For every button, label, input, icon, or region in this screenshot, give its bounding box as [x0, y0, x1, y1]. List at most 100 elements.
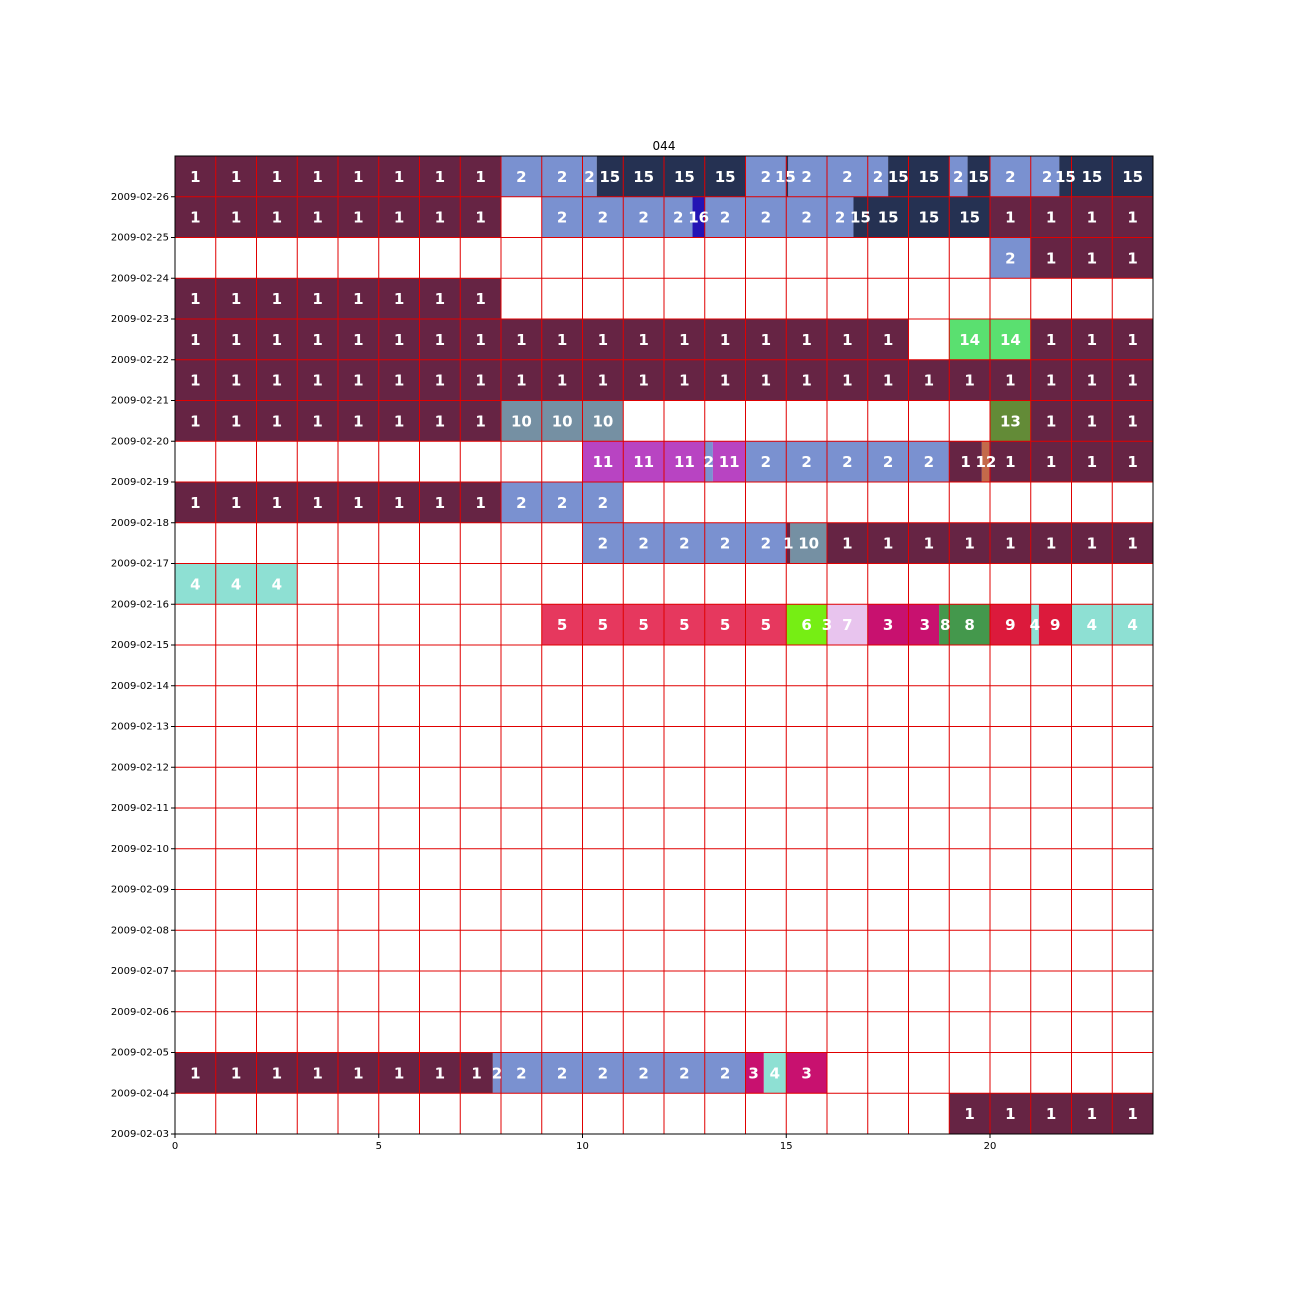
- cell-value-label: 4: [1087, 616, 1097, 634]
- cell-value-label: 15: [1055, 168, 1076, 186]
- cell-value-label: 15: [674, 168, 695, 186]
- cell-value-label: 1: [435, 209, 445, 227]
- cell-value-label: 10: [798, 535, 819, 553]
- cell-value-label: 2: [953, 168, 963, 186]
- cell-value-label: 1: [231, 372, 241, 390]
- cell-value-label: 1: [353, 412, 363, 430]
- cell-value-label: 2: [673, 209, 683, 227]
- cell-value-label: 1: [231, 209, 241, 227]
- y-tick-label: 2009-02-06: [111, 1007, 169, 1018]
- cell-value-label: 1: [964, 535, 974, 553]
- cell-value-label: 1: [312, 209, 322, 227]
- cell-value-label: 2: [638, 209, 648, 227]
- cell-value-label: 2: [557, 168, 567, 186]
- cell-value-label: 1: [353, 168, 363, 186]
- cell-value-label: 11: [674, 453, 695, 471]
- cell-value-label: 1: [516, 372, 526, 390]
- cell-value-label: 1: [231, 331, 241, 349]
- cell-value-label: 1: [394, 290, 404, 308]
- cell-value-label: 1: [883, 535, 893, 553]
- cell-value-label: 1: [1046, 1105, 1056, 1123]
- cell-value-label: 1: [924, 372, 934, 390]
- y-tick-label: 2009-02-15: [111, 640, 169, 651]
- cell-value-label: 1: [435, 1064, 445, 1082]
- cell-value-label: 1: [471, 1064, 481, 1082]
- y-tick-label: 2009-02-24: [111, 273, 169, 284]
- cell-value-label: 3: [883, 616, 893, 634]
- cell-value-label: 1: [1127, 209, 1137, 227]
- cell-value-label: 3: [748, 1064, 758, 1082]
- cell-value-label: 1: [598, 331, 608, 349]
- y-tick-label: 2009-02-04: [111, 1088, 169, 1099]
- cell-value-label: 1: [1087, 1105, 1097, 1123]
- y-tick-label: 2009-02-21: [111, 396, 169, 407]
- cell-value-label: 1: [638, 331, 648, 349]
- y-tick-label: 2009-02-13: [111, 722, 169, 733]
- cell-value-label: 1: [190, 290, 200, 308]
- y-tick-label: 2009-02-12: [111, 762, 169, 773]
- cell-value-label: 1: [435, 494, 445, 512]
- cell-value-label: 1: [312, 168, 322, 186]
- cell-value-label: 2: [924, 453, 934, 471]
- cell-value-label: 15: [775, 168, 796, 186]
- cell-value-label: 9: [1050, 616, 1060, 634]
- cell-value-label: 2: [801, 453, 811, 471]
- cell-value-label: 1: [1046, 535, 1056, 553]
- chart-title: 044: [653, 139, 676, 153]
- cell-value-label: 1: [353, 290, 363, 308]
- y-tick-label: 2009-02-17: [111, 559, 169, 570]
- cell-value-label: 2: [638, 535, 648, 553]
- cell-value-label: 11: [592, 453, 613, 471]
- cell-value-label: 4: [770, 1064, 780, 1082]
- cell-value-label: 15: [1081, 168, 1102, 186]
- cell-value-label: 1: [1087, 453, 1097, 471]
- cell-value-label: 1: [231, 168, 241, 186]
- cell-value-label: 2: [761, 535, 771, 553]
- cell-value-label: 1: [394, 372, 404, 390]
- cell-value-label: 14: [959, 331, 980, 349]
- cell-value-label: 1: [475, 168, 485, 186]
- y-tick-label: 2009-02-20: [111, 436, 169, 447]
- cell-value-label: 15: [888, 168, 909, 186]
- cell-value-label: 5: [679, 616, 689, 634]
- cell-value-label: 1: [272, 1064, 282, 1082]
- cell-value-label: 1: [312, 290, 322, 308]
- cell-value-label: 1: [1046, 331, 1056, 349]
- cell-value-label: 1: [842, 535, 852, 553]
- cell-value-label: 1: [761, 372, 771, 390]
- cell-value-label: 2: [492, 1064, 502, 1082]
- cell-value-label: 4: [1030, 616, 1040, 634]
- cell-value-label: 1: [1087, 412, 1097, 430]
- cell-value-label: 1: [475, 494, 485, 512]
- cell-value-label: 1: [435, 168, 445, 186]
- cell-value-label: 14: [1000, 331, 1021, 349]
- cell-value-label: 1: [1087, 249, 1097, 267]
- cell-value-label: 1: [924, 535, 934, 553]
- cell-value-label: 1: [475, 290, 485, 308]
- cell-value-label: 2: [638, 1064, 648, 1082]
- cell-value-label: 15: [968, 168, 989, 186]
- cell-value-label: 1: [394, 168, 404, 186]
- cell-value-label: 1: [679, 331, 689, 349]
- cell-value-label: 2: [584, 168, 594, 186]
- y-tick-label: 2009-02-18: [111, 518, 169, 529]
- cell-value-label: 15: [959, 209, 980, 227]
- cell-value-label: 15: [633, 168, 654, 186]
- y-tick-label: 2009-02-07: [111, 966, 169, 977]
- cell-value-label: 10: [552, 412, 573, 430]
- cell-value-label: 1: [312, 494, 322, 512]
- cell-value-label: 1: [394, 331, 404, 349]
- cell-value-label: 1: [1127, 331, 1137, 349]
- cell-value-label: 1: [353, 331, 363, 349]
- cell-value-label: 1: [883, 331, 893, 349]
- cell-value-label: 1: [231, 412, 241, 430]
- cell-value-label: 2: [720, 1064, 730, 1082]
- cell-value-label: 1: [312, 412, 322, 430]
- cell-value-label: 11: [719, 453, 740, 471]
- cell-value-label: 2: [598, 494, 608, 512]
- cell-value-label: 1: [475, 209, 485, 227]
- cell-value-label: 16: [688, 209, 709, 227]
- cell-value-label: 1: [272, 494, 282, 512]
- y-tick-label: 2009-02-23: [111, 314, 169, 325]
- cell-value-label: 1: [964, 372, 974, 390]
